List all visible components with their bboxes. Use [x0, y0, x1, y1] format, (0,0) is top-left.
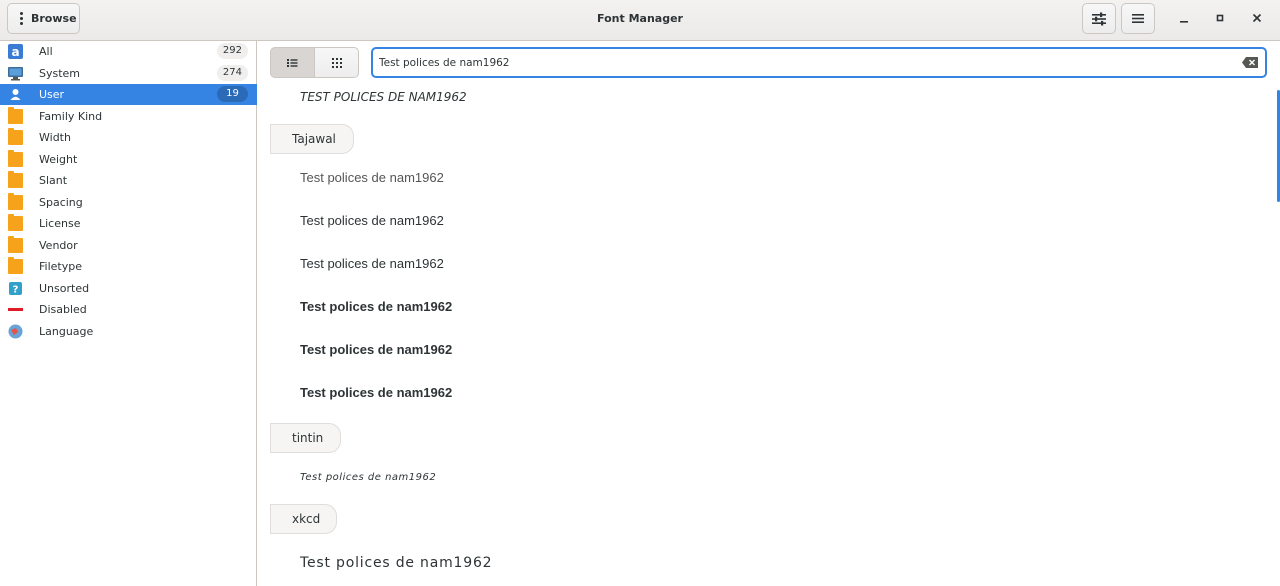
sidebar-item-family-kind[interactable]: Family Kind [0, 106, 257, 127]
family-header-tajawal[interactable]: Tajawal [270, 124, 354, 154]
sidebar-item-label: Vendor [39, 239, 78, 252]
sidebar-item-all[interactable]: a All 292 [0, 41, 257, 62]
sidebar-item-spacing[interactable]: Spacing [0, 192, 257, 213]
close-icon [1252, 13, 1262, 23]
folder-icon [8, 214, 23, 231]
minimize-icon [1180, 21, 1188, 23]
font-sample: Test polices de nam1962 [300, 213, 444, 228]
preview-text-field [371, 47, 1267, 78]
main-menu-button[interactable] [1121, 3, 1155, 34]
disabled-icon [8, 308, 23, 311]
font-a-icon: a [8, 44, 23, 59]
font-sample: Test polices de nam1962 [300, 299, 453, 314]
sidebar-item-label: Spacing [39, 196, 83, 209]
font-sample: Test polices de nam1962 [300, 342, 453, 357]
sidebar-item-label: Weight [39, 153, 78, 166]
sidebar-item-label: Width [39, 131, 71, 144]
font-sample: Test polices de nam1962 [300, 385, 453, 400]
language-icon [8, 324, 23, 339]
hamburger-menu-icon [1132, 14, 1144, 23]
question-icon: ? [9, 282, 22, 296]
sidebar-item-label: All [39, 45, 53, 58]
sliders-icon [1092, 12, 1106, 25]
sidebar-item-label: Family Kind [39, 110, 103, 123]
font-sample: TEST POLICES DE NAM1962 [300, 90, 467, 104]
sidebar-item-width[interactable]: Width [0, 127, 257, 148]
sidebar-item-user[interactable]: User 19 [0, 84, 257, 105]
minimize-button[interactable] [1174, 8, 1194, 28]
grid-view-icon [331, 57, 342, 68]
folder-icon [8, 128, 23, 145]
svg-text:a: a [11, 45, 19, 59]
folder-icon [8, 150, 23, 167]
sidebar: a All 292 System 274 User 19 Family Kind… [0, 41, 257, 586]
family-header-xkcd[interactable]: xkcd [270, 504, 337, 534]
font-preview-list[interactable]: TEST POLICES DE NAM1962 Tajawal Test pol… [258, 82, 1280, 586]
header-bar: Browse Font Manager [0, 0, 1280, 41]
sidebar-item-license[interactable]: License [0, 213, 257, 234]
sidebar-item-label: Disabled [39, 303, 87, 316]
settings-button[interactable] [1082, 3, 1116, 34]
sidebar-item-disabled[interactable]: Disabled [0, 299, 257, 320]
folder-icon [8, 171, 23, 188]
sidebar-item-label: Unsorted [39, 282, 90, 295]
font-sample: Test polices de nam1962 [300, 256, 444, 271]
folder-icon [8, 193, 23, 210]
folder-icon [8, 107, 23, 124]
sidebar-item-vendor[interactable]: Vendor [0, 235, 257, 256]
family-header-tintin[interactable]: tintin [270, 423, 341, 453]
list-view-button[interactable] [270, 47, 315, 78]
sidebar-item-label: Slant [39, 174, 68, 187]
sidebar-item-slant[interactable]: Slant [0, 170, 257, 191]
folder-icon [8, 236, 23, 253]
sidebar-item-filetype[interactable]: Filetype [0, 256, 257, 277]
user-icon [10, 89, 21, 100]
font-sample: Test polices de nam1962 [300, 555, 493, 571]
preview-text-input[interactable] [379, 54, 1229, 72]
sidebar-item-label: Language [39, 325, 94, 338]
folder-icon [8, 257, 23, 274]
count-badge: 19 [217, 86, 248, 102]
maximize-button[interactable] [1210, 8, 1230, 28]
clear-text-icon[interactable] [1242, 57, 1258, 68]
grid-view-button[interactable] [314, 47, 359, 78]
sidebar-item-label: License [39, 217, 81, 230]
sidebar-item-language[interactable]: Language [0, 321, 257, 342]
sidebar-item-label: User [39, 88, 65, 101]
count-badge: 274 [216, 65, 248, 81]
count-badge: 292 [216, 43, 248, 59]
font-sample: Test polices de nam1962 [300, 472, 437, 483]
sidebar-item-unsorted[interactable]: ? Unsorted [0, 278, 257, 299]
sidebar-item-label: System [39, 67, 81, 80]
sidebar-item-label: Filetype [39, 260, 82, 273]
close-button[interactable] [1247, 8, 1267, 28]
sidebar-item-system[interactable]: System 274 [0, 63, 257, 84]
monitor-icon [8, 67, 23, 81]
svg-text:?: ? [13, 285, 19, 296]
maximize-icon [1216, 14, 1224, 22]
font-sample: Test polices de nam1962 [300, 170, 444, 185]
sidebar-item-weight[interactable]: Weight [0, 149, 257, 170]
list-view-icon [287, 58, 298, 67]
